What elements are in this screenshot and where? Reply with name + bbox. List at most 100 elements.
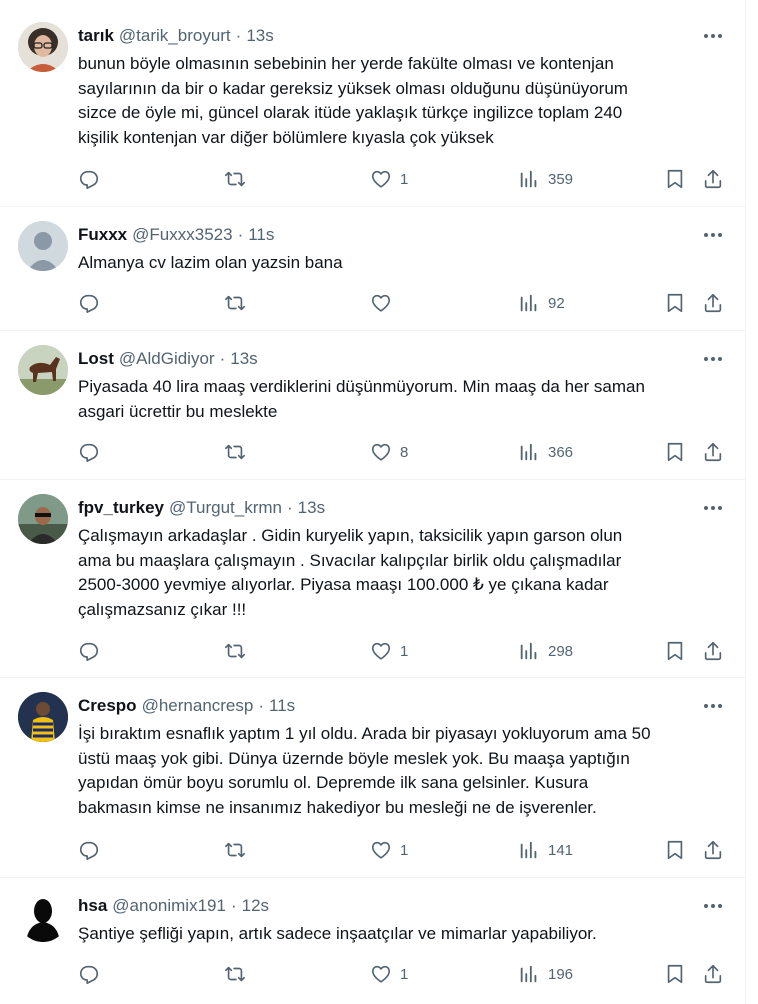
reply-button[interactable] — [78, 838, 100, 862]
tweet-card[interactable]: Crespo @hernancresp · 11s İşi bıraktım e… — [0, 678, 746, 878]
display-name[interactable]: Crespo — [78, 696, 137, 716]
avatar[interactable] — [18, 221, 68, 271]
display-name[interactable]: fpv_turkey — [78, 498, 164, 518]
reply-button[interactable] — [78, 291, 100, 315]
bookmark-icon — [667, 964, 683, 984]
views-button[interactable]: 196 — [518, 962, 573, 986]
share-button[interactable] — [702, 838, 724, 862]
tweet-text-line: sayılarının da bir o kadar gereksiz yüks… — [78, 78, 628, 98]
user-handle[interactable]: @Fuxxx3523 — [132, 225, 232, 245]
timestamp[interactable]: 12s — [242, 896, 269, 916]
share-button[interactable] — [702, 639, 724, 663]
display-name[interactable]: hsa — [78, 896, 107, 916]
tweet-card[interactable]: Fuxxx @Fuxxx3523 · 11s Almanya cv lazim … — [0, 207, 746, 331]
like-button[interactable]: 1 — [370, 962, 408, 986]
separator-dot: · — [235, 26, 242, 45]
tweet-card[interactable]: Lost @AldGidiyor · 13s Piyasada 40 lira … — [0, 331, 746, 480]
user-handle[interactable]: @hernancresp — [142, 696, 254, 716]
retweet-button[interactable] — [224, 440, 246, 464]
more-icon[interactable] — [700, 349, 726, 369]
retweet-button[interactable] — [224, 962, 246, 986]
reply-button[interactable] — [78, 440, 100, 464]
avatar[interactable] — [18, 494, 68, 544]
avatar[interactable] — [18, 692, 68, 742]
like-count: 1 — [400, 841, 409, 859]
more-icon[interactable] — [700, 26, 726, 46]
timestamp[interactable]: 13s — [246, 26, 273, 46]
views-count: 298 — [548, 642, 574, 660]
separator-dot: · — [219, 349, 226, 368]
share-button[interactable] — [702, 167, 724, 191]
timestamp[interactable]: 13s — [230, 349, 257, 369]
retweet-icon — [225, 444, 245, 460]
like-button[interactable]: 8 — [370, 440, 408, 464]
tweet-text-line: 2500-3000 yevmiye alıyorlar. Piyasa maaş… — [78, 575, 609, 594]
tweet-header: Crespo @hernancresp · 11s — [78, 694, 295, 718]
more-icon[interactable] — [700, 225, 726, 245]
tweet-text-line: Çalışmayın arkadaşlar . Gidin kuryelik y… — [78, 526, 623, 545]
avatar[interactable] — [18, 892, 68, 942]
retweet-button[interactable] — [224, 167, 246, 191]
user-handle[interactable]: @anonimix191 — [112, 896, 226, 916]
separator-dot: · — [258, 696, 265, 715]
more-icon[interactable] — [700, 696, 726, 716]
bookmark-icon — [667, 169, 683, 189]
separator-dot: · — [286, 498, 293, 517]
like-icon — [371, 170, 391, 188]
reply-icon — [79, 443, 99, 462]
retweet-icon — [225, 842, 245, 858]
views-button[interactable]: 359 — [518, 167, 573, 191]
like-button[interactable] — [370, 291, 400, 315]
user-handle[interactable]: @tarik_broyurt — [119, 26, 231, 46]
timestamp[interactable]: 13s — [298, 498, 325, 518]
display-name[interactable]: tarık — [78, 26, 114, 46]
views-button[interactable]: 366 — [518, 440, 573, 464]
bookmark-button[interactable] — [664, 639, 686, 663]
display-name[interactable]: Fuxxx — [78, 225, 127, 245]
retweet-icon — [225, 966, 245, 982]
retweet-button[interactable] — [224, 838, 246, 862]
share-icon — [704, 840, 722, 860]
retweet-button[interactable] — [224, 291, 246, 315]
views-count: 141 — [548, 841, 574, 859]
share-button[interactable] — [702, 291, 724, 315]
views-count: 196 — [548, 965, 574, 983]
bookmark-button[interactable] — [664, 962, 686, 986]
reply-button[interactable] — [78, 962, 100, 986]
share-button[interactable] — [702, 962, 724, 986]
bookmark-button[interactable] — [664, 291, 686, 315]
like-button[interactable]: 1 — [370, 639, 408, 663]
views-button[interactable]: 141 — [518, 838, 573, 862]
tweet-text-line: Şantiye şefliği yapın, artık sadece inşa… — [78, 924, 597, 943]
display-name[interactable]: Lost — [78, 349, 114, 369]
views-icon — [520, 443, 537, 461]
more-icon[interactable] — [700, 498, 726, 518]
share-icon — [704, 442, 722, 462]
more-icon[interactable] — [700, 896, 726, 916]
action-bar: 8 366 — [78, 440, 732, 464]
user-handle[interactable]: @Turgut_krmn — [169, 498, 282, 518]
bookmark-button[interactable] — [664, 167, 686, 191]
views-button[interactable]: 298 — [518, 639, 573, 663]
timestamp[interactable]: 11s — [248, 225, 274, 245]
action-bar: 1 196 — [78, 962, 732, 986]
tweet-card[interactable]: tarık @tarik_broyurt · 13s bunun böyle o… — [0, 0, 746, 207]
share-button[interactable] — [702, 440, 724, 464]
views-icon — [520, 170, 537, 188]
reply-button[interactable] — [78, 167, 100, 191]
reply-button[interactable] — [78, 639, 100, 663]
bookmark-button[interactable] — [664, 440, 686, 464]
views-button[interactable]: 92 — [518, 291, 565, 315]
bookmark-button[interactable] — [664, 838, 686, 862]
retweet-button[interactable] — [224, 639, 246, 663]
like-button[interactable]: 1 — [370, 838, 408, 862]
tweet-card[interactable]: fpv_turkey @Turgut_krmn · 13s Çalışmayın… — [0, 480, 746, 678]
timestamp[interactable]: 11s — [269, 696, 295, 716]
avatar[interactable] — [18, 345, 68, 395]
retweet-icon — [225, 295, 245, 311]
user-handle[interactable]: @AldGidiyor — [119, 349, 215, 369]
tweet-card[interactable]: hsa @anonimix191 · 12s Şantiye şefliği y… — [0, 878, 746, 1004]
like-button[interactable]: 1 — [370, 167, 408, 191]
avatar[interactable] — [18, 22, 68, 72]
tweet-text: Piyasada 40 lira maaş verdiklerini düşün… — [78, 375, 728, 424]
